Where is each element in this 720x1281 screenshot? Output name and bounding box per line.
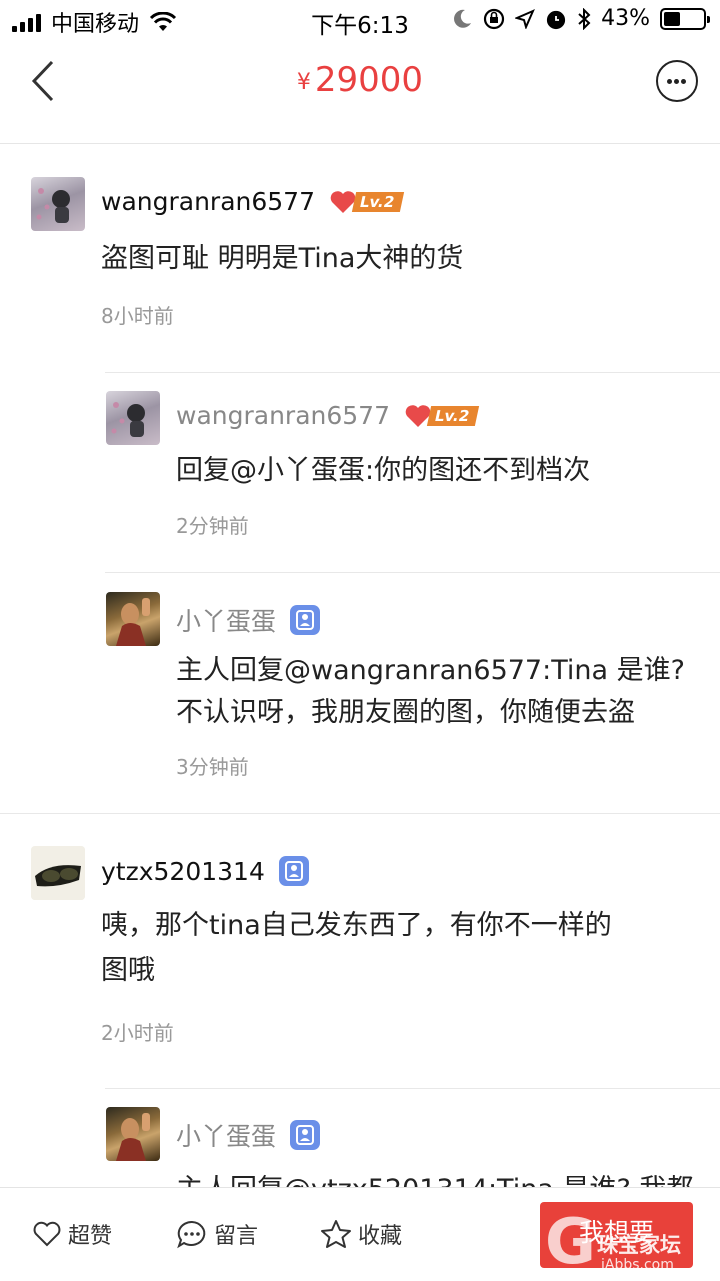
- reply-text: 回复@小丫蛋蛋:你的图还不到档次: [176, 455, 591, 486]
- favorite-label: 收藏: [358, 1224, 403, 1249]
- item-price: ¥29000: [0, 60, 720, 100]
- verified-badge-icon: [290, 1120, 321, 1150]
- avatar[interactable]: [106, 592, 160, 646]
- comment-text: 盗图可耻 明明是Tina大神的货: [101, 243, 464, 274]
- verified-badge-icon: [290, 605, 321, 635]
- battery-percent: 43%: [601, 6, 650, 31]
- status-bar: 中国移动 下午6:13 43%: [0, 0, 720, 40]
- avatar[interactable]: [31, 846, 85, 900]
- comment-text-line2: 图哦: [101, 955, 155, 986]
- bluetooth-icon: [578, 7, 591, 30]
- comment-time: 8小时前: [101, 304, 174, 328]
- chat-bubble-icon: [177, 1220, 206, 1249]
- favorite-button[interactable]: 收藏: [320, 1218, 402, 1250]
- comment-username[interactable]: wangranran6577 Lv.2: [101, 187, 405, 216]
- location-arrow-icon: [515, 8, 536, 29]
- reply-username[interactable]: 小丫蛋蛋: [176, 1117, 321, 1153]
- divider: [105, 372, 720, 373]
- reply-username[interactable]: wangranran6577 Lv.2: [176, 401, 480, 430]
- divider: [0, 813, 720, 814]
- comment-button[interactable]: 留言: [176, 1218, 258, 1250]
- price-amount: 29000: [314, 60, 424, 100]
- comment-time: 2小时前: [101, 1021, 174, 1045]
- comment-username[interactable]: ytzx5201314: [101, 856, 309, 886]
- star-outline-icon: [321, 1220, 351, 1248]
- divider: [105, 1088, 720, 1089]
- comment-text-line1: 咦，那个tina自己发东西了，有你不一样的: [101, 910, 612, 941]
- want-button[interactable]: 我想要: [540, 1202, 693, 1268]
- battery-icon: [660, 7, 710, 30]
- divider: [105, 572, 720, 573]
- currency-symbol: ¥: [296, 70, 311, 95]
- reply-text-line1: 主人回复@wangranran6577:Tina 是谁?: [176, 655, 685, 686]
- reply-text: 主人回复@ytzx5201314:Tina 是谁? 我都: [176, 1167, 693, 1187]
- moon-icon: [454, 9, 472, 28]
- reply-time: 3分钟前: [176, 755, 249, 779]
- reply-text-line2: 不认识呀，我朋友圈的图，你随便去盗: [176, 697, 635, 728]
- more-options-button[interactable]: [656, 60, 698, 102]
- avatar[interactable]: [31, 177, 85, 231]
- rotation-lock-icon: [483, 8, 505, 29]
- nav-bar: ¥29000: [0, 40, 720, 144]
- avatar[interactable]: [106, 1107, 160, 1161]
- alarm-icon: [546, 10, 566, 29]
- like-button[interactable]: 超赞: [32, 1218, 112, 1250]
- reply-time: 2分钟前: [176, 514, 249, 538]
- avatar[interactable]: [106, 391, 160, 445]
- comment-list: wangranran6577 Lv.2 盗图可耻 明明是Tina大神的货 8小时…: [0, 145, 720, 1187]
- bottom-action-bar: 超赞 留言 收藏 我想要: [0, 1187, 720, 1281]
- level-badge: Lv.2: [329, 189, 405, 215]
- level-badge: Lv.2: [404, 403, 480, 429]
- heart-outline-icon: [33, 1221, 61, 1247]
- comment-label: 留言: [214, 1224, 259, 1249]
- like-label: 超赞: [68, 1224, 113, 1249]
- reply-username[interactable]: 小丫蛋蛋: [176, 602, 321, 638]
- verified-badge-icon: [278, 856, 309, 886]
